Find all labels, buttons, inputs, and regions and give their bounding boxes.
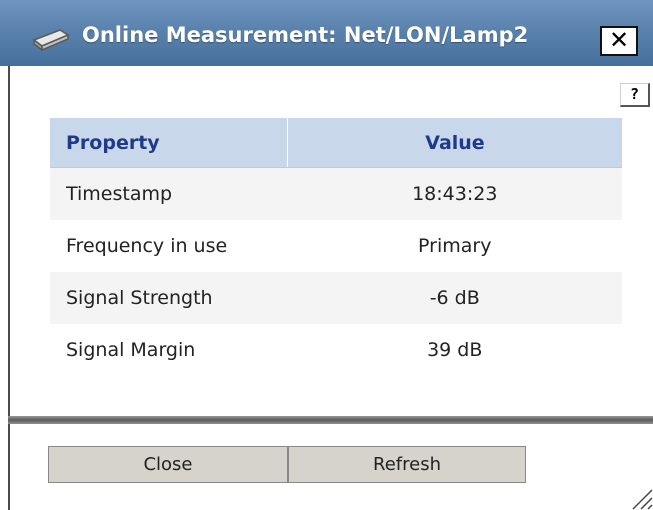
column-header-value: Value xyxy=(287,118,622,168)
properties-table: Property Value Timestamp 18:43:23 Freque… xyxy=(50,118,622,376)
help-button[interactable]: ? xyxy=(620,83,650,107)
value-cell: 18:43:23 xyxy=(287,167,622,220)
close-button[interactable]: Close xyxy=(48,446,288,483)
table-row: Signal Strength -6 dB xyxy=(50,272,622,324)
close-window-button[interactable]: ✕ xyxy=(600,26,638,56)
table-row: Signal Margin 39 dB xyxy=(50,324,622,376)
footer-divider xyxy=(8,416,653,424)
window-border xyxy=(8,66,10,510)
table-row: Timestamp 18:43:23 xyxy=(50,167,622,220)
property-cell: Signal Strength xyxy=(50,272,288,324)
refresh-button[interactable]: Refresh xyxy=(288,446,526,483)
title-bar: Online Measurement: Net/LON/Lamp2 ✕ xyxy=(0,0,653,66)
value-cell: 39 dB xyxy=(427,339,483,361)
table-header-row: Property Value xyxy=(50,118,622,168)
value-cell: Primary xyxy=(418,235,492,257)
table-row: Frequency in use Primary xyxy=(50,220,622,272)
resize-grip-icon[interactable] xyxy=(628,486,653,510)
column-header-property: Property xyxy=(50,118,288,168)
property-cell: Frequency in use xyxy=(66,235,228,257)
property-cell: Timestamp xyxy=(50,167,288,220)
property-cell: Signal Margin xyxy=(66,339,196,361)
window-title: Online Measurement: Net/LON/Lamp2 xyxy=(82,23,529,47)
value-cell: -6 dB xyxy=(287,272,622,324)
window-icon xyxy=(32,29,70,52)
